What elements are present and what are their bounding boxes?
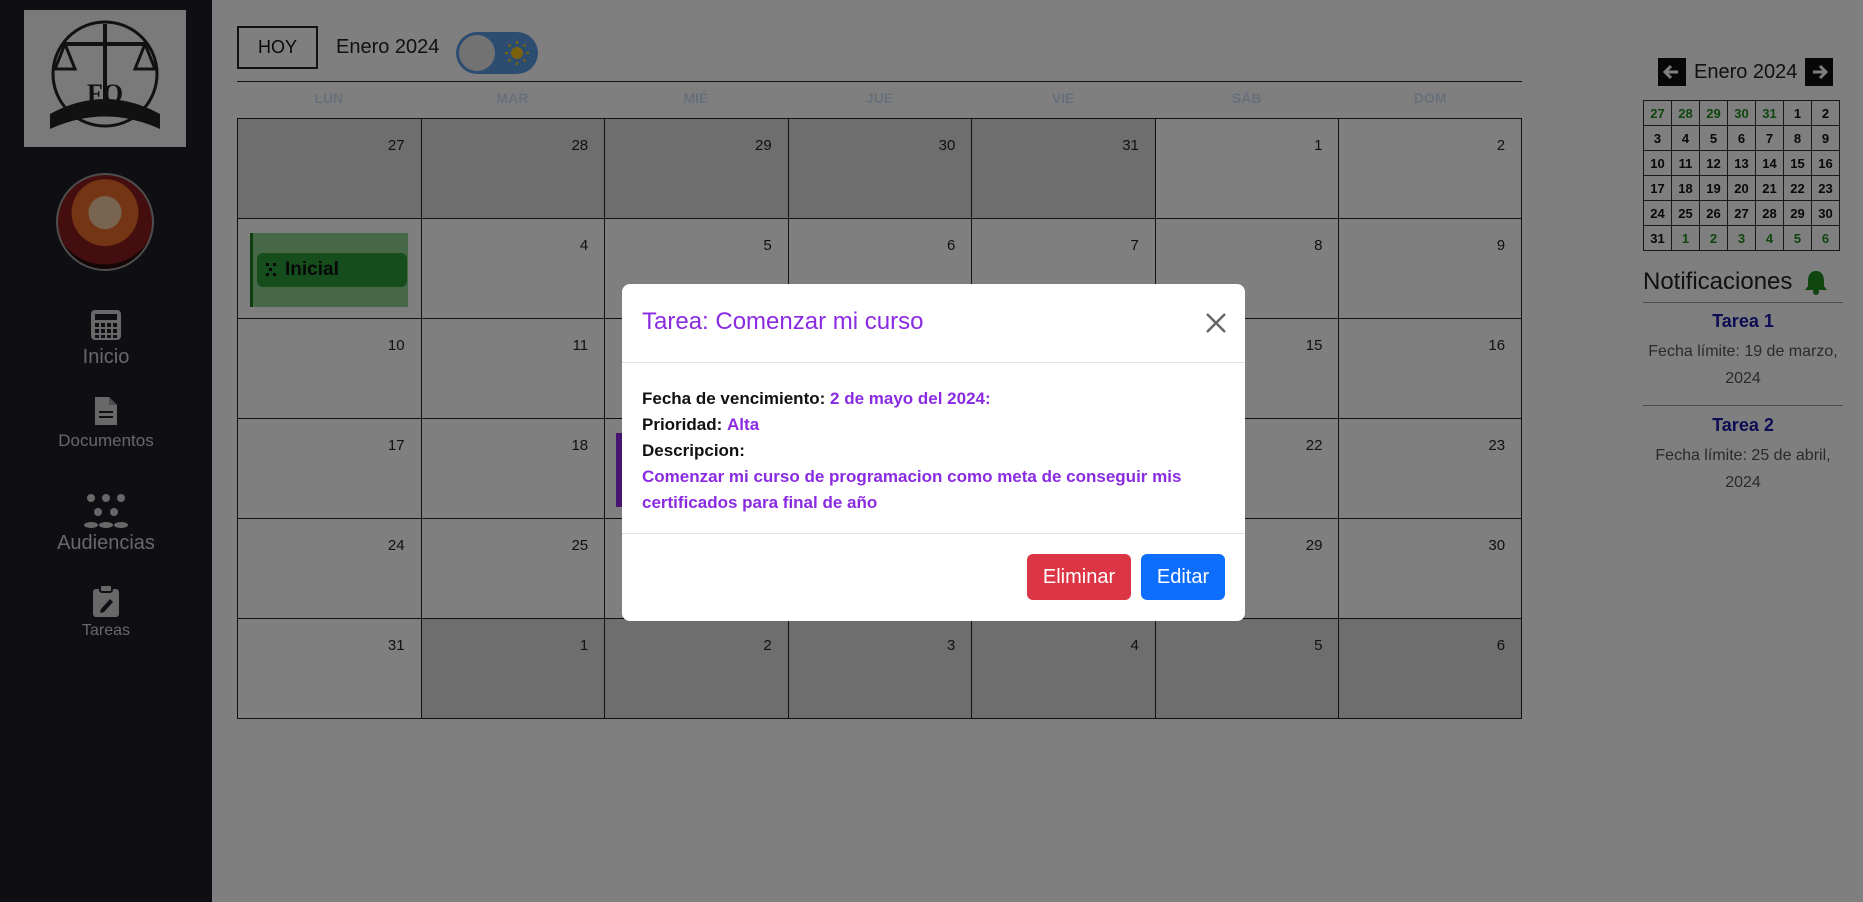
priority-label: Prioridad: bbox=[642, 415, 723, 434]
modal-body: Fecha de vencimiento: 2 de mayo del 2024… bbox=[622, 363, 1245, 534]
delete-button[interactable]: Eliminar bbox=[1027, 554, 1131, 600]
task-modal: Tarea: Comenzar mi curso Fecha de vencim… bbox=[622, 284, 1245, 621]
modal-footer: Eliminar Editar bbox=[622, 534, 1245, 620]
edit-button[interactable]: Editar bbox=[1141, 554, 1225, 600]
priority-value: Alta bbox=[727, 415, 760, 434]
due-date-value: 2 de mayo del 2024: bbox=[830, 389, 991, 408]
due-date-row: Fecha de vencimiento: 2 de mayo del 2024… bbox=[642, 386, 1225, 412]
modal-title: Tarea: Comenzar mi curso bbox=[642, 308, 924, 335]
modal-header: Tarea: Comenzar mi curso bbox=[622, 284, 1245, 363]
due-date-label: Fecha de vencimiento: bbox=[642, 389, 826, 408]
close-button[interactable] bbox=[1203, 310, 1229, 336]
priority-row: Prioridad: Alta bbox=[642, 412, 1225, 438]
description-value: Comenzar mi curso de programacion como m… bbox=[642, 467, 1182, 512]
description-label: Descripcion: bbox=[642, 441, 745, 460]
close-icon bbox=[1206, 313, 1226, 333]
